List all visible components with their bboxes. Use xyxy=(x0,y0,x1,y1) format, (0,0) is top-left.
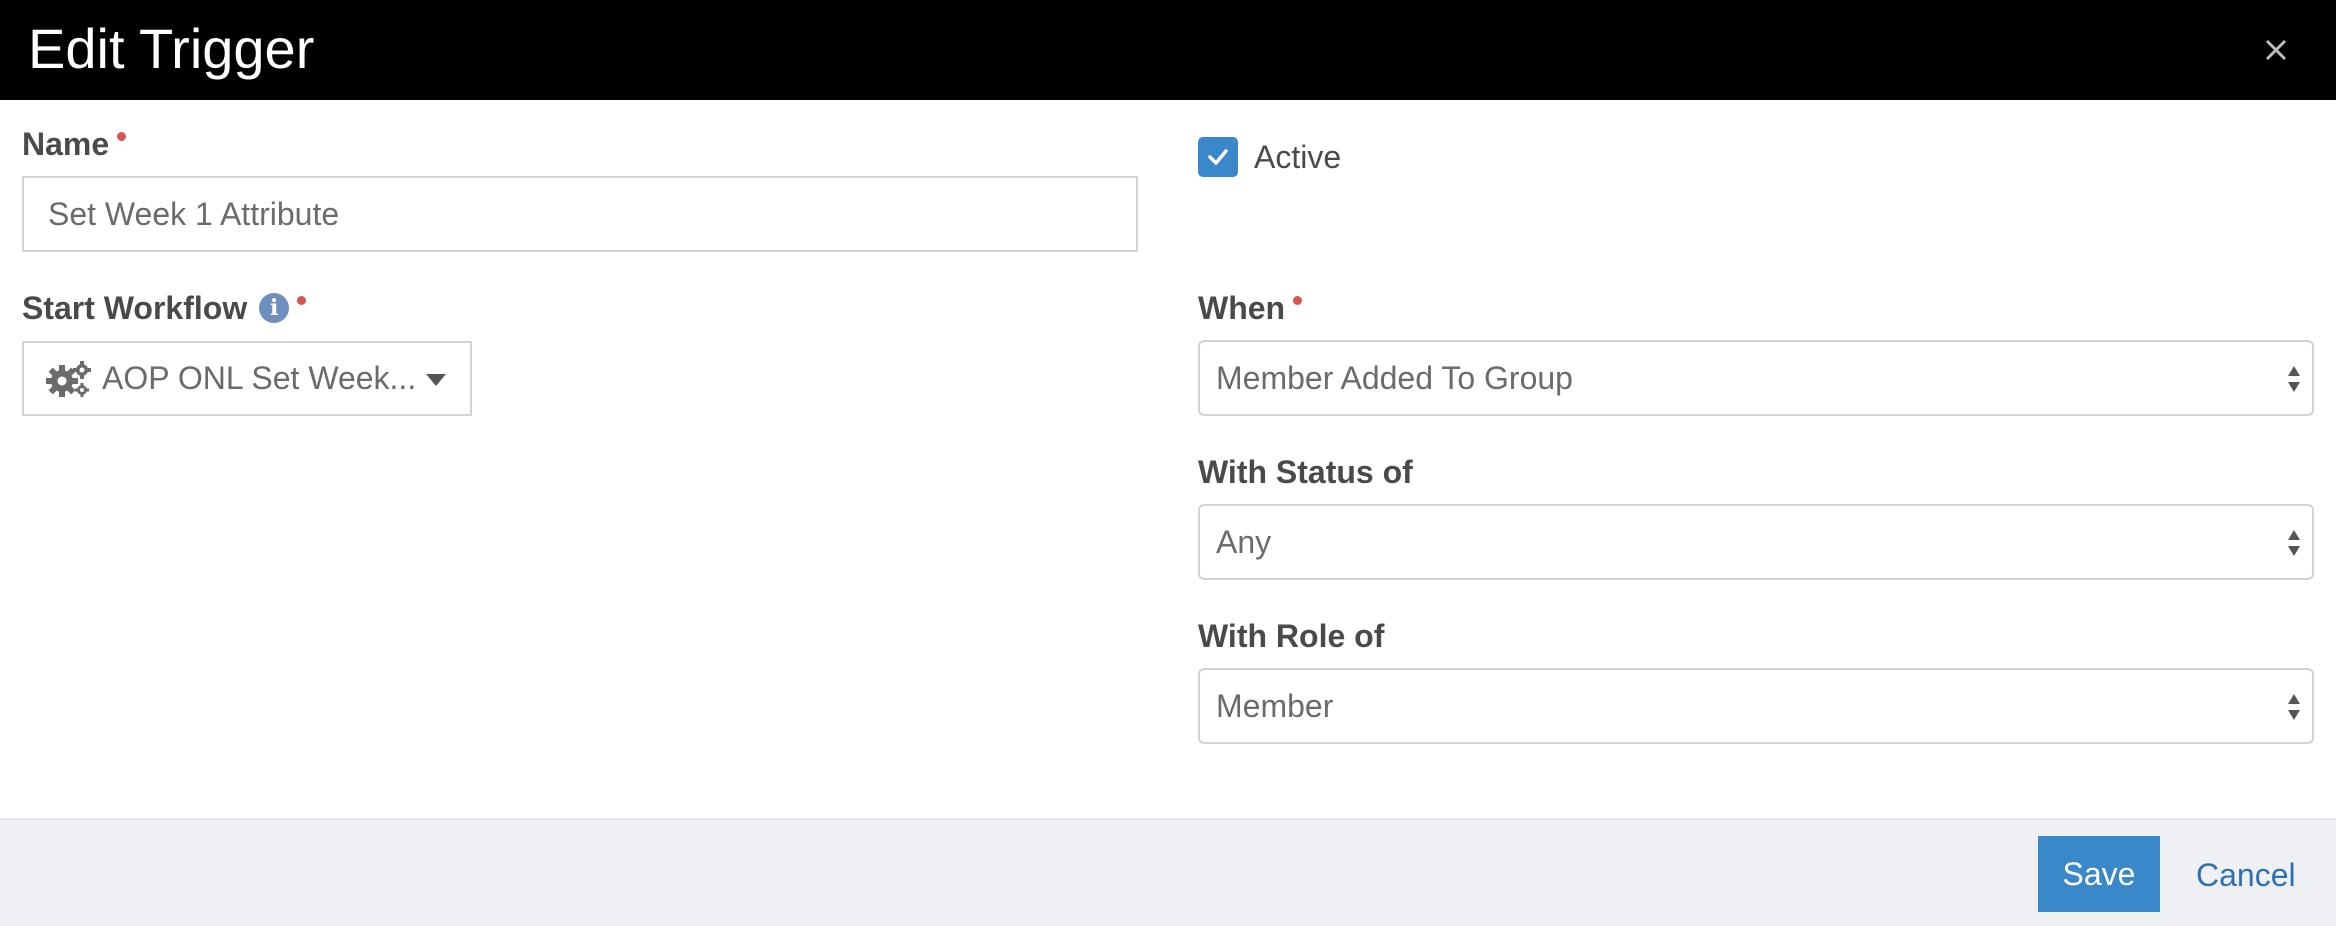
status-label-text: With Status of xyxy=(1198,454,1413,490)
when-label: When xyxy=(1198,288,1303,328)
status-select[interactable]: Any xyxy=(1198,504,2314,580)
name-input[interactable] xyxy=(22,176,1138,252)
save-button[interactable]: Save xyxy=(2038,836,2160,912)
when-select[interactable]: Member Added To Group xyxy=(1198,340,2314,416)
gears-icon xyxy=(46,360,91,397)
role-label-text: With Role of xyxy=(1198,618,1385,654)
modal-title: Edit Trigger xyxy=(28,17,315,80)
sort-arrows-icon xyxy=(2288,694,2300,720)
required-indicator xyxy=(297,295,307,305)
active-checkbox[interactable] xyxy=(1198,137,1238,177)
check-icon xyxy=(1208,149,1228,165)
modal-header: Edit Trigger xyxy=(0,0,2336,100)
close-button[interactable] xyxy=(2250,24,2302,76)
info-icon[interactable]: i xyxy=(259,293,290,323)
name-label: Name xyxy=(22,124,127,164)
role-value: Member xyxy=(1216,688,1334,724)
cancel-link[interactable]: Cancel xyxy=(2196,856,2296,894)
sort-arrows-icon xyxy=(2288,366,2300,392)
role-select[interactable]: Member xyxy=(1198,668,2314,744)
start-workflow-label: Start Workflow i xyxy=(22,288,307,328)
caret-down-icon xyxy=(426,374,446,386)
workflow-picker[interactable]: AOP ONL Set Week... xyxy=(22,341,472,416)
sort-arrows-icon xyxy=(2288,530,2300,556)
active-label: Active xyxy=(1254,139,1342,175)
close-icon xyxy=(2265,39,2287,61)
status-value: Any xyxy=(1216,524,1272,560)
role-label: With Role of xyxy=(1198,616,1384,656)
modal-footer xyxy=(0,818,2336,926)
start-workflow-label-text: Start Workflow xyxy=(22,290,248,326)
edit-trigger-modal: Edit Trigger Name Active Start Workflow … xyxy=(0,0,2336,926)
workflow-value: AOP ONL Set Week... xyxy=(102,360,417,396)
name-label-text: Name xyxy=(22,126,110,162)
when-label-text: When xyxy=(1198,290,1286,326)
required-indicator xyxy=(1293,295,1303,305)
status-label: With Status of xyxy=(1198,452,1413,492)
required-indicator xyxy=(117,131,127,141)
when-value: Member Added To Group xyxy=(1216,360,1573,396)
